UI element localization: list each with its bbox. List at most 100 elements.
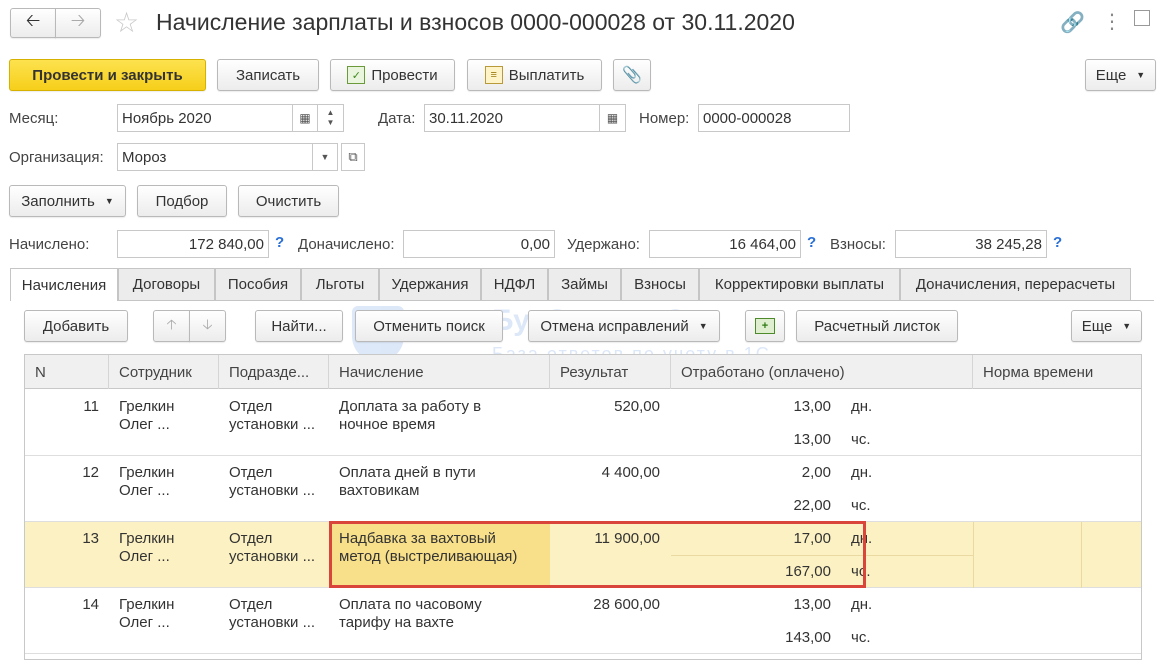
- calendar-icon: ▦: [299, 111, 311, 125]
- post-and-close-button[interactable]: Провести и закрыть: [9, 59, 206, 91]
- column-divider: [1081, 522, 1082, 588]
- worked-days-value: 13,00: [793, 596, 831, 613]
- worked-hours-value: 22,00: [793, 497, 831, 514]
- column-header-accrual[interactable]: Начисление: [329, 355, 550, 389]
- month-calendar-button[interactable]: ▦: [293, 104, 318, 132]
- month-stepper[interactable]: ▲ ▼: [318, 104, 344, 132]
- result-value: 4 400,00: [601, 464, 660, 481]
- more-button[interactable]: Еще ▼: [1085, 59, 1156, 91]
- department-line1: Отдел: [229, 596, 273, 613]
- accrued-help-icon[interactable]: ?: [275, 234, 284, 251]
- highlight-frame: [329, 521, 866, 588]
- department-line2: установки ...: [229, 614, 316, 631]
- table-row[interactable]: 14 Грелкин Олег ... Отдел установки ... …: [25, 588, 1141, 654]
- payslip-button[interactable]: Расчетный листок: [796, 310, 958, 342]
- tab-label: Удержания: [391, 276, 469, 293]
- tab-label: Начисления: [21, 276, 107, 294]
- department-line1: Отдел: [229, 530, 273, 547]
- withheld-help-icon[interactable]: ?: [807, 234, 816, 251]
- accrued-value: 172 840,00: [117, 230, 269, 258]
- chevron-down-icon: ▼: [104, 196, 114, 206]
- date-field[interactable]: 30.11.2020: [424, 104, 600, 132]
- post-label: Провести: [371, 66, 438, 84]
- stepper-up-icon: ▲: [326, 108, 335, 117]
- star-icon[interactable]: ☆: [114, 6, 139, 39]
- organization-open-button[interactable]: ⧉: [341, 143, 365, 171]
- move-down-button[interactable]: 🡣: [189, 310, 226, 342]
- attach-button[interactable]: 📎: [613, 59, 651, 91]
- fill-button[interactable]: Заполнить ▼: [9, 185, 126, 217]
- payslip-label: Расчетный листок: [814, 317, 940, 335]
- post-button[interactable]: ✓ Провести: [330, 59, 455, 91]
- contributions-help-icon[interactable]: ?: [1053, 234, 1062, 251]
- column-header-result[interactable]: Результат: [550, 355, 671, 389]
- month-field[interactable]: Ноябрь 2020: [117, 104, 293, 132]
- tab-recalculations[interactable]: Доначисления, перерасчеты: [900, 268, 1131, 300]
- worked-hours-unit: чс.: [851, 629, 871, 646]
- organization-dropdown[interactable]: ▼: [313, 143, 338, 171]
- table-header: N Сотрудник Подразде... Начисление Резул…: [25, 355, 1141, 389]
- extra-accrued-value: 0,00: [403, 230, 555, 258]
- add-button[interactable]: Добавить: [24, 310, 128, 342]
- result-value: 28 600,00: [593, 596, 660, 613]
- number-field[interactable]: 0000-000028: [698, 104, 850, 132]
- tab-benefits[interactable]: Пособия: [215, 268, 301, 300]
- tab-contributions[interactable]: Взносы: [621, 268, 699, 300]
- tab-label: Доначисления, перерасчеты: [915, 276, 1116, 293]
- employee-name-line2: Олег ...: [119, 482, 170, 499]
- table-row[interactable]: 12 Грелкин Олег ... Отдел установки ... …: [25, 456, 1141, 522]
- employee-name-line2: Олег ...: [119, 548, 170, 565]
- tab-label: Взносы: [634, 276, 686, 293]
- move-up-button[interactable]: 🡡: [153, 310, 190, 342]
- tab-contracts[interactable]: Договоры: [118, 268, 215, 300]
- tab-payment-corrections[interactable]: Корректировки выплаты: [699, 268, 900, 300]
- cancel-search-button[interactable]: Отменить поиск: [355, 310, 503, 342]
- worked-days-unit: дн.: [851, 398, 873, 415]
- pay-button[interactable]: ≡ Выплатить: [467, 59, 602, 91]
- accrual-line2: ночное время: [339, 416, 436, 433]
- chevron-down-icon: ▼: [320, 152, 330, 162]
- tab-accruals[interactable]: Начисления: [10, 268, 118, 301]
- column-header-norm[interactable]: Норма времени: [973, 355, 1141, 389]
- back-button[interactable]: 🡠: [10, 8, 56, 38]
- worked-hours-unit: чс.: [851, 497, 871, 514]
- department-line2: установки ...: [229, 548, 316, 565]
- clear-button[interactable]: Очистить: [238, 185, 339, 217]
- select-button[interactable]: Подбор: [137, 185, 227, 217]
- organization-field[interactable]: Мороз: [117, 143, 313, 171]
- select-label: Подбор: [155, 192, 209, 210]
- maximize-icon[interactable]: [1134, 10, 1150, 26]
- table-row[interactable]: 11 Грелкин Олег ... Отдел установки ... …: [25, 390, 1141, 456]
- tab-privileges[interactable]: Льготы: [301, 268, 379, 300]
- save-label: Записать: [235, 66, 301, 84]
- save-button[interactable]: Записать: [217, 59, 319, 91]
- withheld-value: 16 464,00: [649, 230, 801, 258]
- worked-days-value: 2,00: [801, 464, 831, 481]
- column-header-department[interactable]: Подразде...: [219, 355, 329, 389]
- column-header-worked[interactable]: Отработано (оплачено): [671, 355, 973, 389]
- table-plus-icon: +: [755, 318, 775, 334]
- link-icon[interactable]: 🔗: [1060, 10, 1085, 35]
- withheld-label: Удержано:: [567, 236, 640, 253]
- organization-label: Организация:: [9, 149, 104, 166]
- month-label: Месяц:: [9, 110, 59, 127]
- accrual-line2: тарифу на вахте: [339, 614, 454, 631]
- cancel-fixes-button[interactable]: Отмена исправлений ▼: [528, 310, 720, 342]
- tab-ndfl[interactable]: НДФЛ: [481, 268, 548, 300]
- table-more-button[interactable]: Еще ▼: [1071, 310, 1142, 342]
- accruals-table[interactable]: N Сотрудник Подразде... Начисление Резул…: [24, 354, 1142, 660]
- find-label: Найти...: [271, 317, 327, 335]
- chevron-down-icon: ▼: [698, 321, 708, 331]
- table-settings-button[interactable]: +: [745, 310, 785, 342]
- more-vertical-icon[interactable]: ⋮: [1102, 9, 1122, 34]
- find-button[interactable]: Найти...: [255, 310, 343, 342]
- date-calendar-button[interactable]: ▦: [600, 104, 626, 132]
- column-header-n[interactable]: N: [25, 355, 109, 389]
- employee-name-line2: Олег ...: [119, 614, 170, 631]
- pay-document-icon: ≡: [484, 66, 503, 84]
- tab-loans[interactable]: Займы: [548, 268, 621, 300]
- accrual-line2: вахтовикам: [339, 482, 420, 499]
- column-header-employee[interactable]: Сотрудник: [109, 355, 219, 389]
- tab-deductions[interactable]: Удержания: [379, 268, 481, 300]
- forward-button[interactable]: 🡢: [55, 8, 101, 38]
